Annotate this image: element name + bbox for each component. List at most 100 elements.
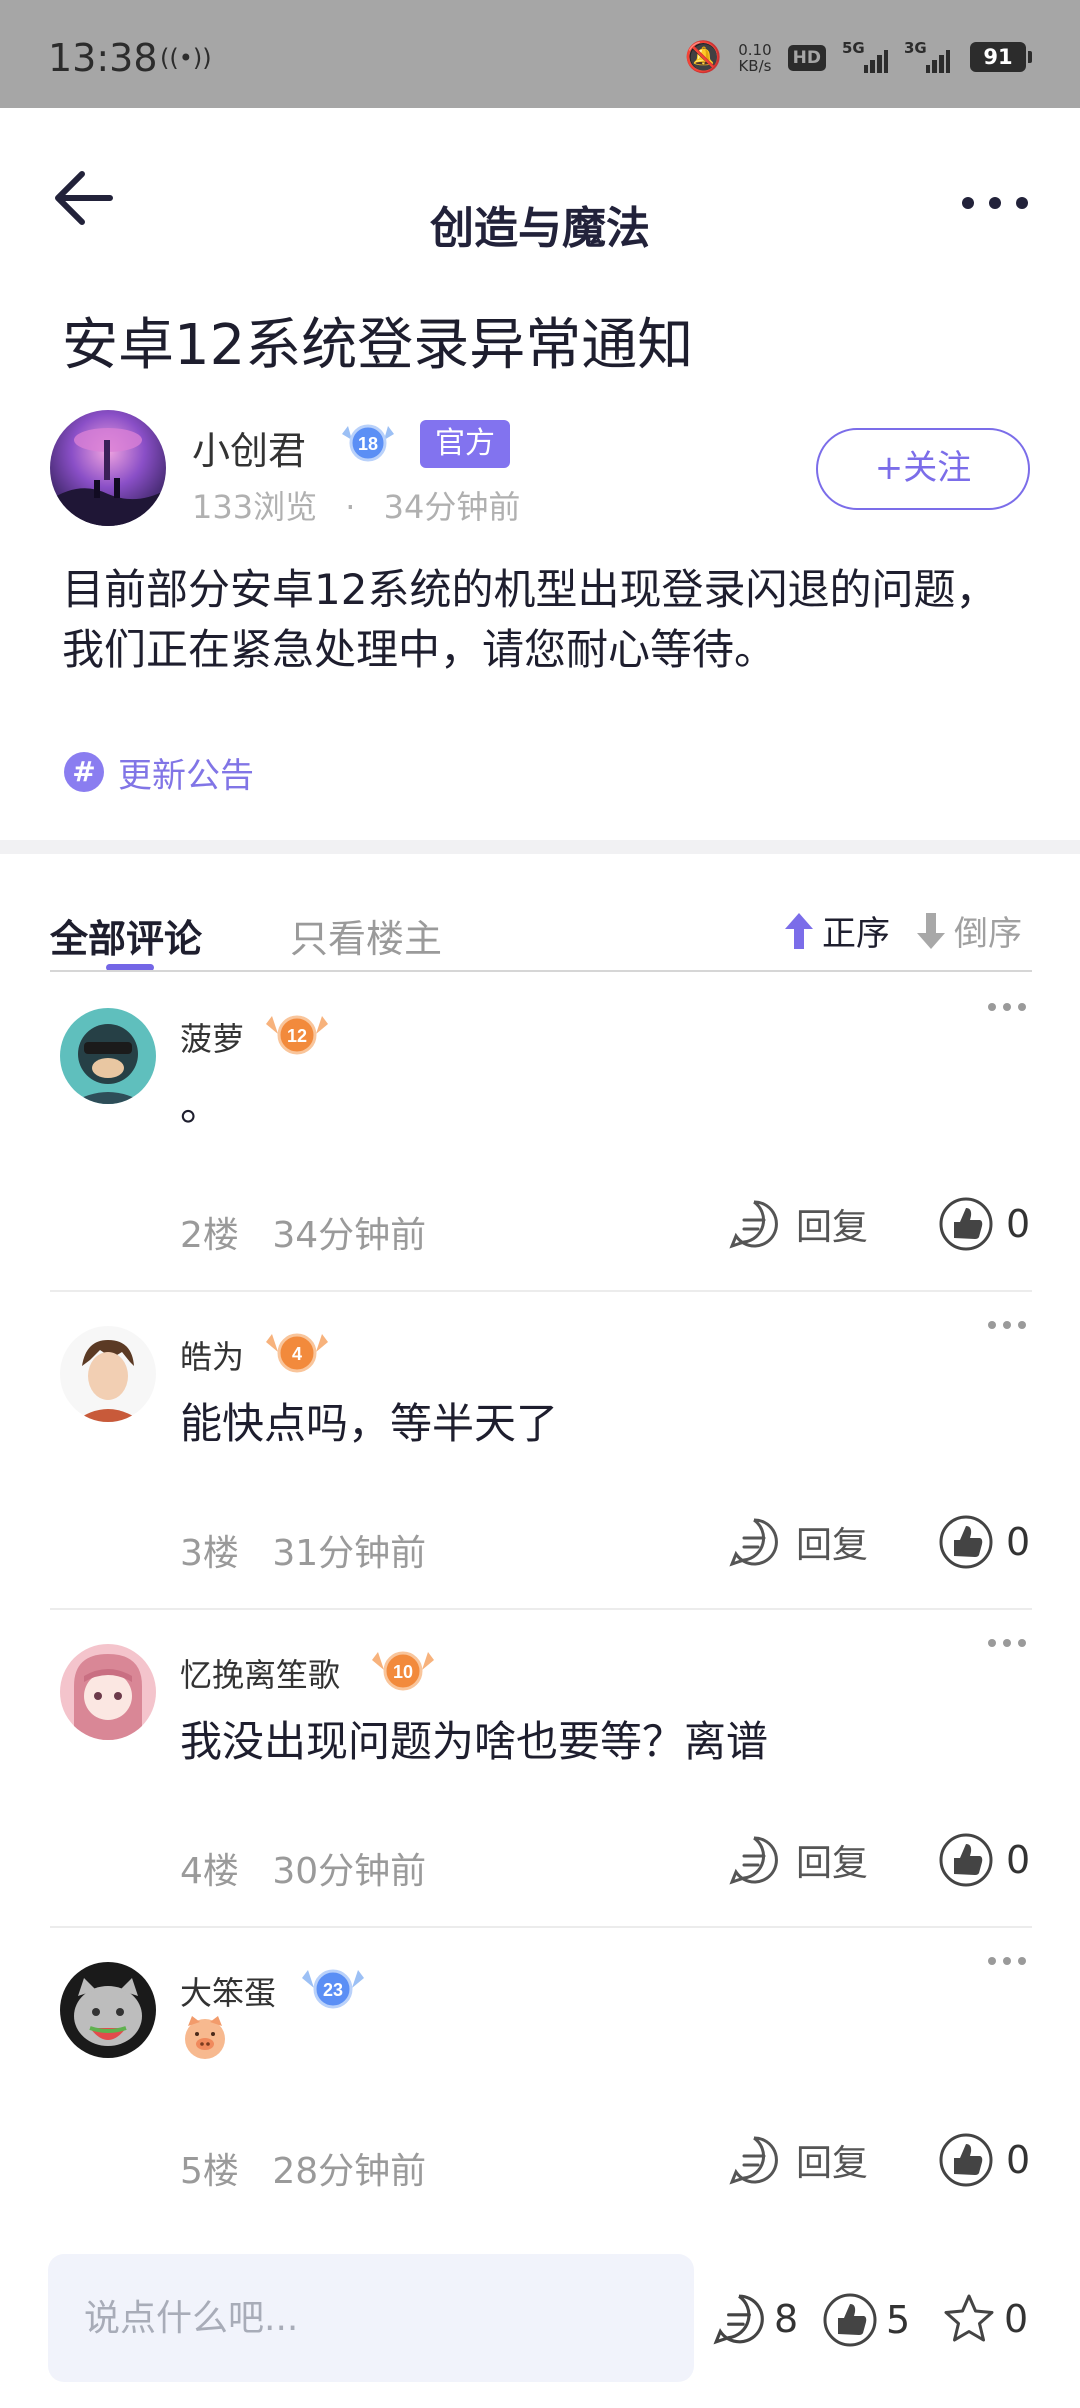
- comment-time: 31分钟前: [272, 1533, 427, 1574]
- comment-count: 8: [774, 2297, 799, 2341]
- commenter-name[interactable]: 菠萝: [180, 1014, 244, 1060]
- hotspot-icon: ((•)): [160, 44, 212, 72]
- post-body: 目前部分安卓12系统的机型出现登录闪退的问题，我们正在紧急处理中，请您耐心等待。: [62, 565, 998, 674]
- reply-label: 回复: [796, 1207, 869, 1248]
- reply-label: 回复: [796, 1843, 869, 1884]
- star-icon: [944, 2294, 994, 2342]
- commenter-level: 4: [292, 1344, 302, 1364]
- post-like-button[interactable]: 5: [822, 2292, 910, 2348]
- like-button[interactable]: 0: [938, 1196, 1030, 1252]
- like-button[interactable]: 0: [938, 1832, 1030, 1888]
- commenter-name[interactable]: 忆挽离笙歌: [180, 1650, 340, 1696]
- favorite-count: 0: [1004, 2297, 1029, 2341]
- comment-item: 菠萝 12 。 2楼 34分钟前 回复 0: [0, 974, 1080, 1292]
- bottom-bar: 8 5 0: [0, 2240, 1080, 2408]
- meta-dot: ·: [345, 488, 356, 526]
- like-count: 0: [1006, 1838, 1031, 1882]
- reply-button[interactable]: 回复: [728, 1198, 868, 1250]
- arrow-up-icon: [785, 912, 813, 949]
- tabs-divider: [50, 970, 1032, 972]
- comment-text: 能快点吗，等半天了: [180, 1399, 559, 1448]
- comment-icon: [729, 1200, 778, 1249]
- hash-icon: #: [64, 752, 104, 792]
- reply-label: 回复: [796, 1525, 869, 1566]
- post-time: 34分钟前: [383, 488, 521, 526]
- sort-asc-button[interactable]: 正序: [782, 906, 890, 955]
- comment-text: 。: [180, 1081, 223, 1130]
- post-meta: 133浏览 · 34分钟前: [192, 482, 520, 528]
- signal-3g-icon: 3G: [904, 39, 951, 73]
- comments-count-button[interactable]: 8: [712, 2292, 798, 2346]
- comment-item: 皓为 4 能快点吗，等半天了 3楼 31分钟前 回复 0: [0, 1292, 1080, 1610]
- comment-floor-time: 4楼 30分钟前: [180, 1842, 426, 1894]
- level-badge-icon: 10: [372, 1651, 434, 1691]
- comment-more-icon[interactable]: [982, 992, 1032, 1022]
- level-badge-icon: 23: [302, 1969, 364, 2009]
- topic-label: 更新公告: [118, 755, 254, 796]
- topic-tag[interactable]: # 更新公告: [64, 750, 254, 796]
- hd-icon: HD: [787, 44, 826, 71]
- comment-more-icon[interactable]: [982, 1310, 1032, 1340]
- status-bar: 13:38 ((•)) 🔕 0.10 KB/s HD 5G 3G 91: [0, 0, 1080, 108]
- reply-label: 回复: [796, 2143, 869, 2184]
- author-level: 18: [358, 434, 378, 454]
- author-avatar[interactable]: [50, 410, 166, 526]
- commenter-name[interactable]: 皓为: [180, 1332, 244, 1378]
- comment-time: 30分钟前: [272, 1851, 427, 1892]
- comment-floor-time: 2楼 34分钟前: [180, 1206, 426, 1258]
- level-badge-icon: 4: [266, 1333, 328, 1373]
- comment-icon: [729, 1518, 778, 1567]
- comment-text: 我没出现问题为啥也要等？离谱: [180, 1717, 769, 1766]
- arrow-down-icon: [917, 912, 945, 949]
- like-icon: [939, 2133, 993, 2187]
- commenter-name[interactable]: 大笨蛋: [180, 1968, 276, 2014]
- tab-all-comments[interactable]: 全部评论: [50, 908, 202, 963]
- status-time: 13:38: [48, 36, 158, 80]
- commenter-avatar[interactable]: [60, 1326, 156, 1422]
- page-title: 创造与魔法: [430, 203, 650, 254]
- comment-input[interactable]: [48, 2254, 694, 2382]
- comment-item: 忆挽离笙歌 10 我没出现问题为啥也要等？离谱 4楼 30分钟前 回复 0: [0, 1610, 1080, 1928]
- comment-item: 大笨蛋 23 5楼 28分钟前 回复 0: [0, 1928, 1080, 2246]
- author-name[interactable]: 小创君: [192, 420, 306, 475]
- floor-number: 2楼: [180, 1215, 239, 1256]
- commenter-level: 12: [287, 1026, 307, 1046]
- signal-5g-icon: 5G: [842, 39, 889, 73]
- favorite-button[interactable]: 0: [942, 2292, 1028, 2346]
- comment-icon: [729, 2136, 778, 2185]
- sort-desc-button[interactable]: 倒序: [914, 906, 1022, 955]
- floor-number: 4楼: [180, 1851, 239, 1892]
- app-header: 创造与魔法: [0, 108, 1080, 288]
- like-icon: [823, 2293, 877, 2347]
- net-speed: 0.10 KB/s: [738, 42, 771, 74]
- comment-time: 28分钟前: [272, 2151, 427, 2192]
- official-badge: 官方: [420, 420, 510, 468]
- battery-icon: 91: [970, 42, 1032, 72]
- commenter-level: 23: [323, 1980, 343, 2000]
- tab-owner-only[interactable]: 只看楼主: [290, 908, 442, 963]
- comment-floor-time: 3楼 31分钟前: [180, 1524, 426, 1576]
- post-like-count: 5: [886, 2298, 911, 2342]
- view-count: 133浏览: [192, 488, 318, 526]
- signal-5g-label: 5G: [842, 38, 865, 57]
- sort-desc-label: 倒序: [954, 914, 1022, 954]
- reply-button[interactable]: 回复: [728, 2134, 868, 2186]
- reply-button[interactable]: 回复: [728, 1516, 868, 1568]
- like-icon: [939, 1515, 993, 1569]
- comment-input-box[interactable]: [48, 2254, 694, 2382]
- comment-more-icon[interactable]: [982, 1946, 1032, 1976]
- floor-number: 5楼: [180, 2151, 239, 2192]
- commenter-avatar[interactable]: [60, 1962, 156, 2058]
- net-speed-unit: KB/s: [738, 56, 772, 75]
- commenter-avatar[interactable]: [60, 1644, 156, 1740]
- follow-button[interactable]: +关注: [816, 428, 1030, 510]
- comment-tabs: 全部评论 只看楼主 正序 倒序: [0, 888, 1080, 974]
- comment-more-icon[interactable]: [982, 1628, 1032, 1658]
- more-icon[interactable]: [950, 178, 1040, 228]
- commenter-avatar[interactable]: [60, 1008, 156, 1104]
- like-button[interactable]: 0: [938, 1514, 1030, 1570]
- comment-time: 34分钟前: [272, 1215, 427, 1256]
- sort-asc-label: 正序: [822, 914, 890, 954]
- reply-button[interactable]: 回复: [728, 1834, 868, 1886]
- like-button[interactable]: 0: [938, 2132, 1030, 2188]
